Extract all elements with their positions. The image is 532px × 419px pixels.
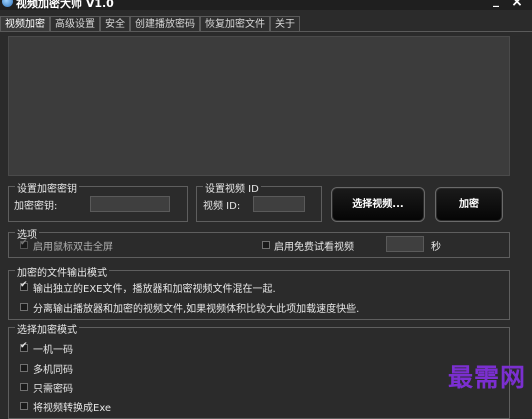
mode-password-only-checkbox[interactable]: [20, 383, 28, 391]
password-input[interactable]: [90, 196, 170, 212]
mode-password-only-label: 只需密码: [33, 384, 73, 395]
encrypt-button[interactable]: 加密: [435, 187, 503, 222]
mode-to-exe-label: 将视频转换成Exe: [33, 403, 112, 414]
output-separate-label: 分离输出播放器和加密的视频文件,如果视频体积比较大此项加载速度快些.: [33, 304, 360, 315]
select-video-button[interactable]: 选择视频...: [331, 187, 425, 222]
video-id-input[interactable]: [253, 196, 305, 212]
app-logo-icon: [2, 0, 13, 7]
video-id-group-title: 设置视频 ID: [203, 180, 261, 195]
mode-multi-machine-label: 多机同码: [33, 365, 73, 376]
video-id-label: 视频 ID:: [203, 201, 241, 212]
mode-multi-machine-checkbox[interactable]: [20, 364, 28, 372]
seconds-unit-label: 秒: [431, 242, 441, 253]
tab-about[interactable]: 关于: [270, 16, 300, 32]
output-mode-group-title: 加密的文件输出模式: [15, 264, 109, 279]
free-trial-label: 启用免费试看视频: [274, 242, 354, 253]
tab-video-encrypt[interactable]: 视频加密: [0, 16, 50, 32]
window-title: 视频加密大师 V1.0: [16, 0, 114, 10]
site-watermark: 最需网: [447, 363, 526, 392]
encrypt-mode-group-title: 选择加密模式: [15, 321, 79, 336]
trial-seconds-input[interactable]: [386, 236, 424, 252]
tab-advanced-settings[interactable]: 高级设置: [50, 16, 100, 32]
fullscreen-checkbox[interactable]: [20, 238, 28, 249]
free-trial-checkbox[interactable]: [262, 241, 270, 249]
video-preview-area: [8, 36, 510, 176]
tab-restore-encrypted-file[interactable]: 恢复加密文件: [200, 16, 270, 32]
close-button[interactable]: ×: [510, 0, 524, 9]
output-exe-label: 输出独立的EXE文件，播放器和加密视频文件混在一起.: [33, 284, 276, 295]
password-group-title: 设置加密密钥: [15, 180, 79, 195]
mode-one-machine-checkbox[interactable]: [20, 341, 28, 352]
mode-to-exe-checkbox[interactable]: [20, 402, 28, 410]
password-label: 加密密钥:: [14, 201, 58, 212]
title-bar: 视频加密大师 V1.0 _ ×: [0, 0, 532, 10]
output-exe-checkbox[interactable]: [20, 280, 28, 291]
tab-bar: 视频加密 高级设置 安全 创建播放密码 恢复加密文件 关于: [0, 16, 300, 32]
fullscreen-label: 启用鼠标双击全屏: [33, 242, 113, 253]
mode-one-machine-label: 一机一码: [33, 345, 73, 356]
tab-divider: [0, 31, 532, 32]
minimize-button[interactable]: _: [490, 0, 502, 8]
output-separate-checkbox[interactable]: [20, 303, 28, 311]
tab-security[interactable]: 安全: [100, 16, 130, 32]
tab-create-play-password[interactable]: 创建播放密码: [130, 16, 200, 32]
